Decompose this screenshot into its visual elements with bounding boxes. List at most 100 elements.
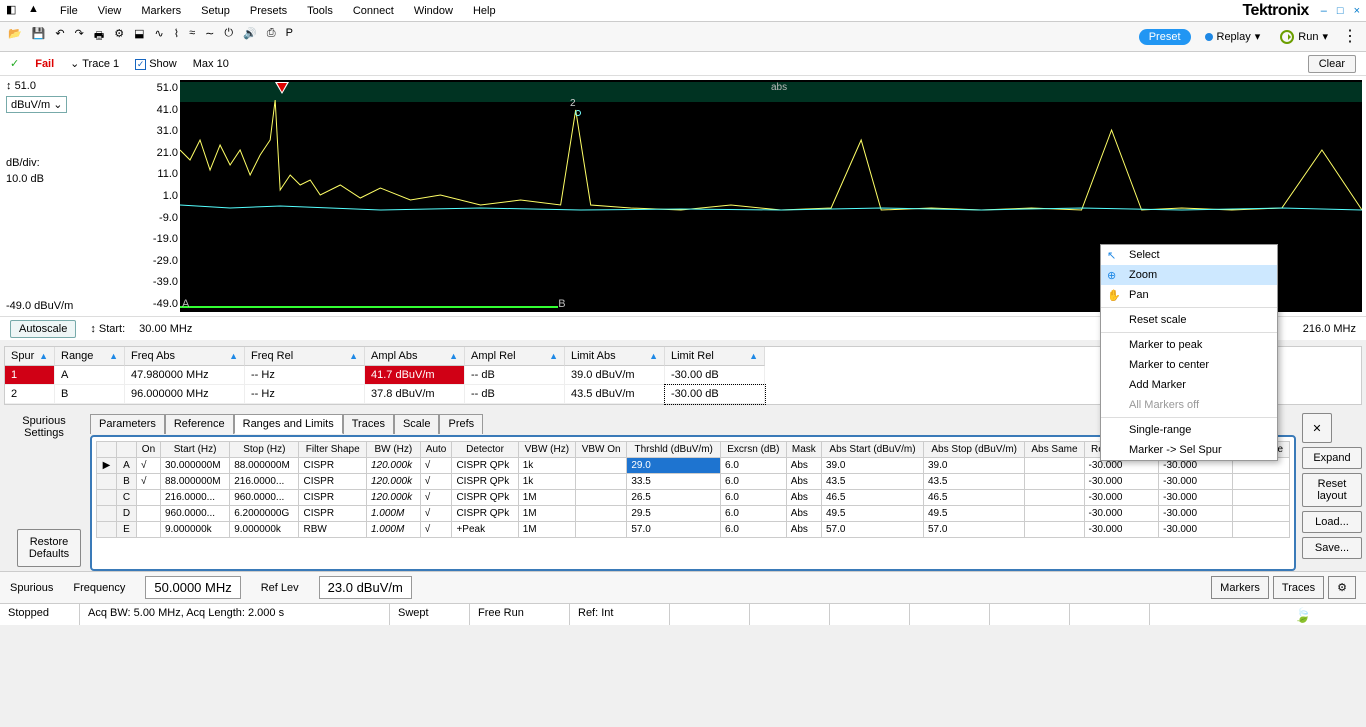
undo-icon[interactable]: ↶: [55, 27, 64, 46]
show-checkbox[interactable]: ✓ Show: [135, 58, 177, 70]
load-button[interactable]: Load...: [1302, 511, 1362, 533]
ctx-select[interactable]: ↖Select: [1101, 245, 1277, 265]
more-icon[interactable]: ⋮: [1342, 29, 1358, 45]
ctx-zoom[interactable]: ⊕Zoom: [1101, 265, 1277, 285]
tab-ranges-limits[interactable]: Ranges and Limits: [234, 414, 343, 434]
tool4-icon[interactable]: ≈: [189, 27, 195, 46]
col-amplrel[interactable]: Ampl Rel▲: [465, 347, 565, 366]
tab-traces[interactable]: Traces: [343, 414, 394, 434]
dbdiv-value[interactable]: 10.0 dB: [6, 173, 134, 185]
menu-bar: File View Markers Setup Presets Tools Co…: [54, 2, 502, 20]
ref-value[interactable]: 51.0: [15, 80, 36, 92]
hand-icon: ✋: [1107, 289, 1121, 302]
cone-icon: ▲: [28, 3, 44, 19]
spurious-label: Spurious: [10, 582, 53, 594]
tool2-icon[interactable]: ∿: [155, 27, 164, 46]
max-label: Max 10: [193, 58, 229, 70]
clear-button[interactable]: Clear: [1308, 55, 1356, 73]
menu-setup[interactable]: Setup: [195, 2, 236, 20]
tab-prefs[interactable]: Prefs: [439, 414, 483, 434]
menu-view[interactable]: View: [92, 2, 128, 20]
col-spur[interactable]: Spur▲: [5, 347, 55, 366]
range-b-label: B: [558, 298, 565, 310]
settings-gear-button[interactable]: ⚙: [1328, 576, 1356, 599]
status-freerun: Free Run: [470, 604, 570, 625]
menu-connect[interactable]: Connect: [347, 2, 400, 20]
col-amplabs[interactable]: Ampl Abs▲: [365, 347, 465, 366]
replay-dot-icon: [1205, 33, 1213, 41]
maximize-icon[interactable]: □: [1337, 5, 1344, 17]
unit-select[interactable]: dBuV/m ⌄: [6, 96, 67, 113]
camera-icon[interactable]: ⎙: [267, 27, 276, 46]
reflev-input[interactable]: 23.0 dBuV/m: [319, 576, 412, 599]
p-icon[interactable]: P: [286, 27, 293, 46]
tab-reference[interactable]: Reference: [165, 414, 234, 434]
gear-icon[interactable]: ⚙: [114, 27, 124, 46]
zoom-icon: ⊕: [1107, 269, 1116, 282]
brand-logo: Tektronix: [1242, 2, 1308, 20]
ctx-marker-peak[interactable]: Marker to peak: [1101, 335, 1277, 355]
redo-icon[interactable]: ↷: [75, 27, 84, 46]
tool3-icon[interactable]: ⌇: [174, 27, 179, 46]
col-freqrel[interactable]: Freq Rel▲: [245, 347, 365, 366]
tab-scale[interactable]: Scale: [394, 414, 440, 434]
print-icon[interactable]: 🖶: [94, 27, 104, 46]
status-swept: Swept: [390, 604, 470, 625]
open-icon[interactable]: 📂: [8, 27, 22, 46]
ctx-reset-scale[interactable]: Reset scale: [1101, 310, 1277, 330]
frequency-input[interactable]: 50.0000 MHz: [145, 576, 240, 599]
run-button[interactable]: Run ▾: [1274, 28, 1334, 46]
menu-markers[interactable]: Markers: [135, 2, 187, 20]
y-axis-ticks: 51.041.031.0 21.011.01.0 -9.0-19.0-29.0 …: [140, 76, 180, 316]
trace-selector[interactable]: ⌄ Trace 1: [70, 57, 119, 70]
ctx-marker-spur[interactable]: Marker -> Sel Spur: [1101, 440, 1277, 460]
col-limabs[interactable]: Limit Abs▲: [565, 347, 665, 366]
minimize-icon[interactable]: –: [1321, 5, 1327, 17]
restore-defaults-button[interactable]: Restore Defaults: [17, 529, 81, 567]
save-icon[interactable]: 💾: [32, 27, 46, 46]
marker-2-icon[interactable]: [575, 110, 581, 116]
check-icon: ✓: [10, 57, 19, 70]
replay-button[interactable]: Replay ▾: [1199, 28, 1267, 45]
tool6-icon[interactable]: ⏻: [224, 27, 233, 46]
close-settings-button[interactable]: ✕: [1302, 413, 1332, 443]
col-limrel[interactable]: Limit Rel▲: [665, 347, 765, 366]
traces-button[interactable]: Traces: [1273, 576, 1324, 599]
start-value[interactable]: 30.00 MHz: [139, 323, 192, 335]
menu-tools[interactable]: Tools: [301, 2, 339, 20]
save-button[interactable]: Save...: [1302, 537, 1362, 559]
expand-button[interactable]: Expand: [1302, 447, 1362, 469]
stop-value[interactable]: 216.0 MHz: [1303, 323, 1356, 335]
speaker-icon[interactable]: 🔊: [243, 27, 257, 46]
markers-button[interactable]: Markers: [1211, 576, 1269, 599]
ref-arrow-icon[interactable]: ↕: [6, 80, 12, 92]
col-freqabs[interactable]: Freq Abs▲: [125, 347, 245, 366]
menu-presets[interactable]: Presets: [244, 2, 293, 20]
preset-button[interactable]: Preset: [1139, 29, 1191, 45]
menu-file[interactable]: File: [54, 2, 84, 20]
fail-label: Fail: [35, 58, 54, 70]
tool1-icon[interactable]: ⬓: [134, 27, 144, 46]
ctx-single-range[interactable]: Single-range: [1101, 420, 1277, 440]
tool5-icon[interactable]: ∼: [205, 27, 214, 46]
eco-icon: 🍃: [1286, 604, 1366, 625]
menu-window[interactable]: Window: [408, 2, 459, 20]
range-a-label: A: [182, 298, 189, 310]
pointer-icon: ↖: [1107, 249, 1116, 262]
ymin-label: -49.0 dBuV/m: [6, 300, 134, 312]
frequency-label: Frequency: [73, 582, 125, 594]
tab-parameters[interactable]: Parameters: [90, 414, 165, 434]
context-menu: ↖Select ⊕Zoom ✋Pan Reset scale Marker to…: [1100, 244, 1278, 461]
ctx-add-marker[interactable]: Add Marker: [1101, 375, 1277, 395]
status-ref: Ref: Int: [570, 604, 670, 625]
close-icon[interactable]: ×: [1354, 5, 1360, 17]
run-circle-icon: [1280, 30, 1294, 44]
dbdiv-label: dB/div:: [6, 157, 134, 169]
ctx-marker-center[interactable]: Marker to center: [1101, 355, 1277, 375]
ctx-pan[interactable]: ✋Pan: [1101, 285, 1277, 305]
autoscale-button[interactable]: Autoscale: [10, 320, 76, 338]
reset-layout-button[interactable]: Reset layout: [1302, 473, 1362, 507]
menu-help[interactable]: Help: [467, 2, 502, 20]
marker-1-icon[interactable]: [275, 82, 289, 94]
col-range[interactable]: Range▲: [55, 347, 125, 366]
